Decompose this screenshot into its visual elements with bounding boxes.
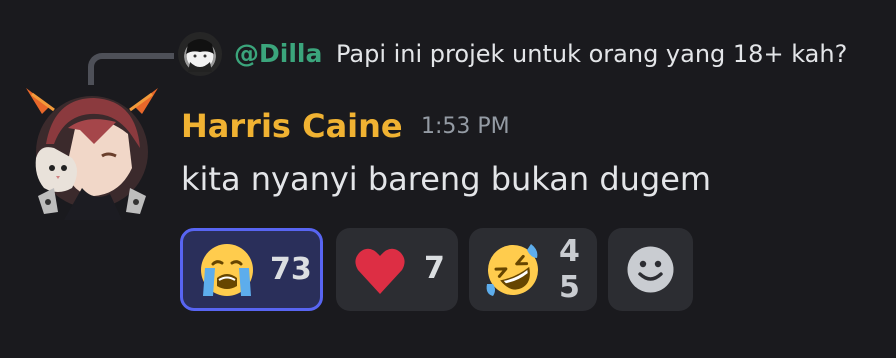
reaction-count: 7 bbox=[424, 251, 445, 286]
reaction-count: 45 bbox=[559, 234, 580, 305]
add-reaction-button[interactable] bbox=[608, 228, 693, 311]
reaction-loudly-crying[interactable]: 73 bbox=[180, 228, 323, 311]
reaction-rofl[interactable]: 45 bbox=[469, 228, 597, 311]
message-timestamp: 1:53 PM bbox=[421, 114, 510, 139]
reply-message-preview[interactable]: Papi ini projek untuk orang yang 18+ kah… bbox=[336, 37, 847, 71]
add-reaction-smiley-icon bbox=[627, 246, 674, 293]
message-content: kita nyanyi bareng bukan dugem bbox=[181, 160, 712, 198]
reply-author-avatar[interactable] bbox=[178, 32, 222, 76]
message-author-name[interactable]: Harris Caine bbox=[181, 104, 403, 148]
reply-avatar-image bbox=[186, 39, 214, 72]
reaction-count: 73 bbox=[270, 252, 312, 287]
rolling-on-floor-laughing-icon bbox=[483, 240, 543, 300]
reply-connector bbox=[88, 53, 174, 85]
reply-author-name[interactable]: @Dilla bbox=[234, 37, 322, 71]
loudly-crying-face-icon bbox=[197, 240, 257, 300]
author-avatar-image bbox=[26, 88, 158, 220]
red-heart-icon bbox=[350, 240, 410, 300]
author-avatar[interactable] bbox=[24, 84, 160, 220]
reaction-heart[interactable]: 7 bbox=[336, 228, 458, 311]
